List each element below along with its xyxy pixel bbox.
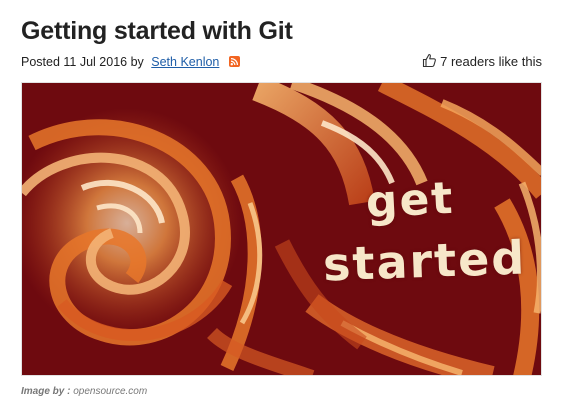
article-meta: Posted 11 Jul 2016 by Seth Kenlon 7 read…: [21, 53, 542, 71]
image-credit-source: opensource.com: [73, 386, 148, 397]
hero-image: get started: [21, 82, 542, 376]
image-credit: Image by : opensource.com: [21, 386, 147, 398]
likes-count: 7 readers like this: [440, 54, 542, 69]
article-title: Getting started with Git: [21, 17, 293, 45]
likes-button[interactable]: 7 readers like this: [422, 53, 542, 71]
posted-date: Posted 11 Jul 2016 by: [21, 55, 144, 69]
image-credit-label: Image by :: [21, 386, 71, 397]
hero-text-get: get: [364, 172, 456, 229]
author-link[interactable]: Seth Kenlon: [151, 55, 219, 69]
rss-icon[interactable]: [228, 54, 240, 67]
thumbs-up-icon: [422, 53, 437, 68]
hero-text-started: started: [322, 230, 528, 292]
